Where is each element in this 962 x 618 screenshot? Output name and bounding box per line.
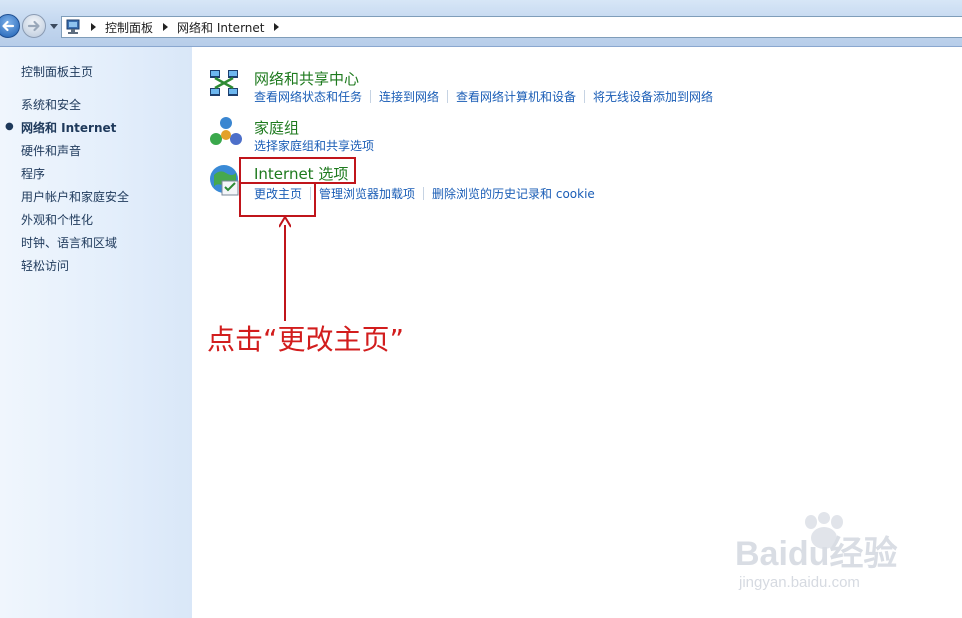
sidebar-item-control-panel-home[interactable]: 控制面板主页 [21, 63, 93, 80]
sidebar: 控制面板主页 系统和安全 ● 网络和 Internet 硬件和声音 程序 用户帐… [0, 47, 192, 618]
arrow-right-icon [27, 20, 40, 32]
current-item-bullet: ● [5, 121, 14, 132]
sidebar-item-network-internet[interactable]: 网络和 Internet [21, 119, 116, 136]
baidu-jingyan-watermark: Baidu经验 jingyan.baidu.com [735, 512, 915, 602]
watermark-logo-text: Baidu经验 [735, 535, 898, 573]
view-network-computers-link[interactable]: 查看网络计算机和设备 [456, 88, 576, 105]
breadcrumb-separator-icon[interactable] [91, 23, 97, 31]
annotation-instruction-text: 点击“更改主页” [207, 323, 405, 356]
back-button[interactable] [0, 14, 20, 38]
sidebar-item-appearance[interactable]: 外观和个性化 [21, 211, 93, 228]
link-divider [584, 90, 586, 103]
connect-to-network-link[interactable]: 连接到网络 [379, 88, 439, 105]
link-divider [423, 187, 425, 200]
sidebar-item-system-security[interactable]: 系统和安全 [21, 96, 81, 113]
homegroup-icon[interactable] [208, 115, 244, 151]
internet-options-highlight-box [239, 157, 356, 184]
sidebar-item-programs[interactable]: 程序 [21, 165, 45, 182]
sidebar-item-clock-language-region[interactable]: 时钟、语言和区域 [21, 234, 117, 251]
category-network-sharing-center: 网络和共享中心 查看网络状态和任务 连接到网络 查看网络计算机和设备 将无线设备… [208, 66, 808, 106]
breadcrumb-separator-icon[interactable] [274, 23, 280, 31]
view-network-status-link[interactable]: 查看网络状态和任务 [254, 88, 362, 105]
breadcrumb-separator-icon[interactable] [163, 23, 169, 31]
address-bar[interactable]: 控制面板 网络和 Internet [61, 16, 962, 38]
breadcrumb-control-panel[interactable]: 控制面板 [105, 19, 153, 36]
sidebar-item-ease-of-access[interactable]: 轻松访问 [21, 257, 69, 274]
control-panel-icon [66, 19, 80, 34]
recent-pages-dropdown-icon[interactable] [50, 24, 58, 30]
network-sharing-center-title[interactable]: 网络和共享中心 [254, 68, 359, 89]
breadcrumb-network-internet[interactable]: 网络和 Internet [177, 19, 264, 36]
network-sharing-center-icon[interactable] [208, 66, 244, 102]
homegroup-title[interactable]: 家庭组 [254, 117, 299, 138]
category-homegroup: 家庭组 选择家庭组和共享选项 [208, 115, 808, 155]
homegroup-links: 选择家庭组和共享选项 [254, 137, 374, 154]
link-divider [370, 90, 372, 103]
sidebar-item-hardware-sound[interactable]: 硬件和声音 [21, 142, 81, 159]
manage-browser-addons-link[interactable]: 管理浏览器加载项 [319, 185, 415, 202]
add-wireless-device-link[interactable]: 将无线设备添加到网络 [593, 88, 713, 105]
delete-browsing-history-link[interactable]: 删除浏览的历史记录和 cookie [432, 185, 595, 202]
sidebar-item-user-accounts[interactable]: 用户帐户和家庭安全 [21, 188, 129, 205]
change-homepage-highlight-box [239, 182, 316, 217]
watermark-url-text: jingyan.baidu.com [739, 574, 860, 591]
link-divider [447, 90, 449, 103]
annotation-arrow-icon [279, 217, 291, 321]
arrow-left-icon [2, 20, 15, 32]
navigation-bar: 控制面板 网络和 Internet [0, 0, 962, 47]
network-sharing-center-links: 查看网络状态和任务 连接到网络 查看网络计算机和设备 将无线设备添加到网络 [254, 88, 713, 105]
forward-button[interactable] [22, 14, 46, 38]
choose-homegroup-options-link[interactable]: 选择家庭组和共享选项 [254, 137, 374, 154]
